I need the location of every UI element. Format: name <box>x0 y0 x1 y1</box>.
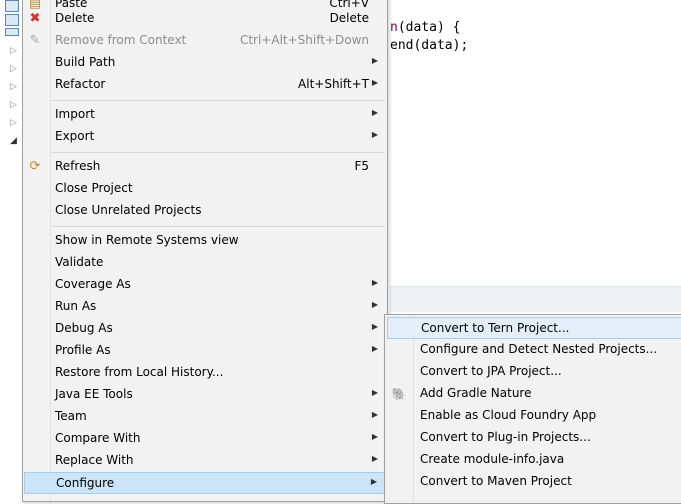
explorer-toolbar-icon[interactable] <box>5 0 19 12</box>
menu-item-import[interactable]: Import ▶ <box>23 104 387 126</box>
explorer-toolbar-icon[interactable] <box>5 28 19 36</box>
submenu-arrow-icon: ▶ <box>371 454 378 463</box>
menu-item-compare-with[interactable]: Compare With ▶ <box>23 428 387 450</box>
panel-divider[interactable] <box>390 286 681 313</box>
delete-x-icon: ✖ <box>29 11 41 26</box>
submenu-arrow-icon: ▶ <box>371 388 378 397</box>
submenu-item-convert-to-maven[interactable]: Convert to Maven Project <box>387 471 681 493</box>
configure-submenu: Convert to Tern Project... Configure and… <box>384 314 681 504</box>
submenu-arrow-icon: ▶ <box>371 344 378 353</box>
menu-item-close-unrelated-projects[interactable]: Close Unrelated Projects <box>23 200 387 222</box>
tree-expand-icon[interactable]: ▷ <box>10 101 17 110</box>
submenu-item-convert-to-plugin[interactable]: Convert to Plug-in Projects... <box>387 427 681 449</box>
menu-separator <box>52 152 385 153</box>
tree-collapse-icon[interactable]: ◢ <box>10 137 17 146</box>
submenu-arrow-icon: ▶ <box>371 130 378 139</box>
menu-item-java-ee-tools[interactable]: Java EE Tools ▶ <box>23 384 387 406</box>
submenu-item-convert-to-jpa[interactable]: Convert to JPA Project... <box>387 361 681 383</box>
menu-item-restore-from-local-history[interactable]: Restore from Local History... <box>23 362 387 384</box>
tree-expand-icon[interactable]: ▷ <box>10 83 17 92</box>
refresh-icon: ⟳ <box>29 159 41 174</box>
tree-expand-icon[interactable]: ▷ <box>10 119 17 128</box>
menu-item-remove-from-context[interactable]: ✎ Remove from Context Ctrl+Alt+Shift+Dow… <box>23 30 387 52</box>
menu-item-replace-with[interactable]: Replace With ▶ <box>23 450 387 472</box>
code-line-2: end(data); <box>390 38 469 53</box>
remove-context-icon: ✎ <box>29 33 41 48</box>
submenu-arrow-icon: ▶ <box>371 300 378 309</box>
submenu-item-convert-to-tern[interactable]: Convert to Tern Project... <box>387 317 681 339</box>
submenu-item-add-gradle-nature[interactable]: 🐘 Add Gradle Nature <box>387 383 681 405</box>
code-line-1: n(data) { <box>390 20 461 35</box>
context-menu: ▤ Paste Ctrl+V ✖ Delete Delete ✎ Remove … <box>22 0 388 502</box>
gradle-elephant-icon: 🐘 <box>391 387 407 401</box>
submenu-arrow-icon: ▶ <box>371 322 378 331</box>
submenu-arrow-icon: ▶ <box>371 108 378 117</box>
submenu-arrow-icon: ▶ <box>371 410 378 419</box>
submenu-item-create-module-info[interactable]: Create module-info.java <box>387 449 681 471</box>
menu-item-refresh[interactable]: ⟳ Refresh F5 <box>23 156 387 178</box>
menu-item-team[interactable]: Team ▶ <box>23 406 387 428</box>
submenu-item-configure-detect-nested[interactable]: Configure and Detect Nested Projects... <box>387 339 681 361</box>
submenu-arrow-icon: ▶ <box>371 78 378 87</box>
menu-item-build-path[interactable]: Build Path ▶ <box>23 52 387 74</box>
menu-item-refactor[interactable]: Refactor Alt+Shift+T ▶ <box>23 74 387 96</box>
menu-item-debug-as[interactable]: Debug As ▶ <box>23 318 387 340</box>
submenu-item-enable-cloud-foundry[interactable]: Enable as Cloud Foundry App <box>387 405 681 427</box>
submenu-arrow-icon: ▶ <box>371 432 378 441</box>
menu-item-show-in-remote-systems[interactable]: Show in Remote Systems view <box>23 230 387 252</box>
menu-item-profile-as[interactable]: Profile As ▶ <box>23 340 387 362</box>
code-editor[interactable]: n(data) { end(data); <box>390 0 681 286</box>
menu-item-delete[interactable]: ✖ Delete Delete <box>23 8 387 30</box>
menu-separator <box>52 226 385 227</box>
menu-item-configure[interactable]: Configure ▶ <box>24 472 386 494</box>
explorer-toolbar-icon[interactable] <box>5 14 19 26</box>
tree-expand-icon[interactable]: ▷ <box>10 47 17 56</box>
menu-item-export[interactable]: Export ▶ <box>23 126 387 148</box>
submenu-arrow-icon: ▶ <box>371 56 378 65</box>
submenu-arrow-icon: ▶ <box>370 477 377 486</box>
menu-item-coverage-as[interactable]: Coverage As ▶ <box>23 274 387 296</box>
menu-item-close-project[interactable]: Close Project <box>23 178 387 200</box>
submenu-arrow-icon: ▶ <box>371 278 378 287</box>
tree-expand-icon[interactable]: ▷ <box>10 65 17 74</box>
menu-item-validate[interactable]: Validate <box>23 252 387 274</box>
project-explorer-strip: ▷ ▷ ▷ ▷ ▷ ◢ <box>0 0 22 496</box>
menu-item-run-as[interactable]: Run As ▶ <box>23 296 387 318</box>
menu-separator <box>52 100 385 101</box>
